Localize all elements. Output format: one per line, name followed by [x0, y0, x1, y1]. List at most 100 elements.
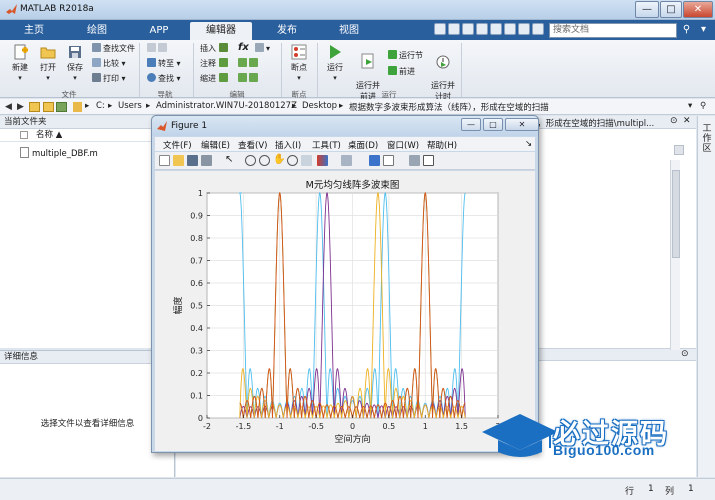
address-drive[interactable]: C: — [96, 101, 105, 111]
insert-button[interactable]: 插入 — [200, 43, 230, 55]
run-button[interactable]: 运行 ▾ — [322, 44, 348, 82]
address-search-icon[interactable]: ⚲ — [700, 101, 706, 111]
save-figure-icon[interactable] — [187, 155, 198, 166]
address-users[interactable]: Users — [118, 101, 142, 111]
print-button[interactable]: 打印 ▾ — [92, 73, 126, 85]
figure-toolbar: ↖ ✋ — [155, 152, 535, 170]
increase-indent-icon[interactable] — [238, 73, 247, 82]
hide-tools-icon[interactable] — [409, 155, 420, 166]
undo-icon[interactable] — [490, 23, 502, 35]
decrease-indent-icon[interactable] — [249, 73, 258, 82]
menu-insert[interactable]: 插入(I) — [275, 139, 301, 151]
forward-arrow-icon[interactable]: ▶ — [17, 102, 24, 112]
menu-view[interactable]: 查看(V) — [238, 139, 267, 151]
legend-icon[interactable] — [383, 155, 394, 166]
menu-desktop[interactable]: 桌面(D) — [348, 139, 378, 151]
colorbar-icon[interactable] — [369, 155, 380, 166]
breakpoints-icon — [291, 44, 307, 60]
scrollbar-thumb[interactable] — [672, 170, 680, 258]
collapse-pane-icon[interactable] — [674, 145, 684, 155]
link-plot-icon[interactable] — [341, 155, 352, 166]
percent-icon[interactable] — [238, 58, 247, 67]
brush-icon[interactable] — [317, 155, 328, 166]
new-figure-icon[interactable] — [159, 155, 170, 166]
menu-tools[interactable]: 工具(T) — [312, 139, 341, 151]
name-column-header[interactable]: 名称 ▲ — [0, 129, 174, 142]
back-arrow-icon[interactable]: ◀ — [5, 102, 12, 112]
close-button[interactable]: ✕ — [683, 1, 713, 18]
address-desktop[interactable]: Desktop — [302, 101, 337, 111]
up-folder-icon[interactable] — [29, 102, 40, 112]
search-folder-icon[interactable] — [56, 102, 67, 112]
zoom-out-icon[interactable] — [259, 155, 270, 166]
zoom-in-icon[interactable] — [245, 155, 256, 166]
figure-maximize-button[interactable]: □ — [483, 118, 503, 131]
insert-icon — [218, 43, 228, 52]
figure-minimize-button[interactable]: — — [461, 118, 481, 131]
redo-icon[interactable] — [504, 23, 516, 35]
advance-button[interactable]: 前进 — [388, 66, 415, 78]
address-folder[interactable]: 根据数字多波束形成算法（线阵），形成在空域的扫描 — [349, 101, 549, 113]
breakpoints-button[interactable]: 断点 ▾ — [286, 44, 312, 82]
compare-icon — [92, 58, 101, 67]
run-section-button[interactable]: 运行节 — [388, 50, 423, 62]
find-files-button[interactable]: 查找文件 — [92, 43, 135, 55]
tab-editor[interactable]: 编辑器 — [190, 22, 252, 40]
minimize-button[interactable]: — — [635, 1, 659, 18]
menu-help[interactable]: 帮助(H) — [427, 139, 457, 151]
tab-apps[interactable]: APP — [130, 22, 188, 40]
search-icon[interactable]: ⚲ — [680, 23, 693, 37]
save-icon[interactable] — [434, 23, 446, 35]
indent-button[interactable]: 缩进 — [200, 73, 230, 85]
save-button[interactable]: 保存 ▾ — [62, 44, 88, 82]
x-tick-label: 1.5 — [455, 422, 468, 431]
editor-actions-icon[interactable]: ⊙ — [670, 116, 678, 126]
paste-icon[interactable] — [476, 23, 488, 35]
browse-folder-icon[interactable] — [43, 102, 54, 112]
open-button[interactable]: 打开 ▾ — [35, 44, 61, 82]
maximize-button[interactable]: □ — [660, 1, 682, 18]
editor-scrollbar[interactable] — [670, 160, 680, 350]
file-list-item[interactable]: multiple_DBF.m — [20, 147, 98, 159]
y-tick-label: 0.9 — [190, 212, 203, 221]
data-cursor-icon[interactable] — [301, 155, 312, 166]
figure-close-button[interactable]: ✕ — [505, 118, 539, 131]
tab-plots[interactable]: 绘图 — [66, 22, 128, 40]
editor-close-icon[interactable]: ✕ — [683, 116, 691, 126]
switch-windows-icon[interactable] — [518, 23, 530, 35]
tab-home[interactable]: 主页 — [4, 22, 64, 40]
dock-figure-icon[interactable]: ↘ — [525, 139, 532, 149]
print-figure-icon[interactable] — [201, 155, 212, 166]
pointer-icon[interactable]: ↖ — [225, 155, 236, 166]
tab-view[interactable]: 视图 — [320, 22, 378, 40]
menu-edit[interactable]: 编辑(E) — [201, 139, 230, 151]
pan-icon[interactable]: ✋ — [273, 155, 285, 166]
open-file-icon[interactable] — [173, 155, 184, 166]
format-icon[interactable] — [255, 43, 264, 52]
address-sep: ▸ — [292, 101, 297, 111]
rotate-icon[interactable] — [287, 155, 298, 166]
menu-file[interactable]: 文件(F) — [163, 139, 192, 151]
wrap-icon[interactable] — [249, 58, 258, 67]
y-tick-label: 0.5 — [190, 302, 203, 311]
help-icon[interactable] — [532, 23, 544, 35]
menu-window[interactable]: 窗口(W) — [387, 139, 419, 151]
show-tools-icon[interactable] — [423, 155, 434, 166]
tab-publish[interactable]: 发布 — [256, 22, 318, 40]
copy-icon[interactable] — [462, 23, 474, 35]
cut-icon[interactable] — [448, 23, 460, 35]
doc-search-input[interactable]: 搜索文档 — [549, 23, 677, 38]
new-button[interactable]: 新建 ▾ — [6, 44, 34, 82]
compare-button[interactable]: 比较 ▾ — [92, 58, 126, 70]
goto-button[interactable]: 转至 ▾ — [147, 58, 181, 70]
find-button[interactable]: 查找 ▾ — [147, 73, 181, 85]
address-dropdown-icon[interactable]: ▾ — [688, 101, 692, 111]
fx-button[interactable]: fx — [238, 42, 249, 54]
figure-title-bar[interactable]: Figure 1 — □ ✕ — [152, 116, 539, 136]
command-window-actions-icon[interactable]: ⊙ — [681, 349, 689, 359]
comment-button[interactable]: 注释 — [200, 58, 230, 70]
figure-menubar: 文件(F) 编辑(E) 查看(V) 插入(I) 工具(T) 桌面(D) 窗口(W… — [155, 137, 535, 151]
address-admin[interactable]: Administrator.WIN7U-20180127Z — [156, 101, 297, 111]
collapse-ribbon-icon[interactable]: ▾ — [697, 23, 710, 37]
select-all-checkbox[interactable] — [20, 131, 28, 139]
